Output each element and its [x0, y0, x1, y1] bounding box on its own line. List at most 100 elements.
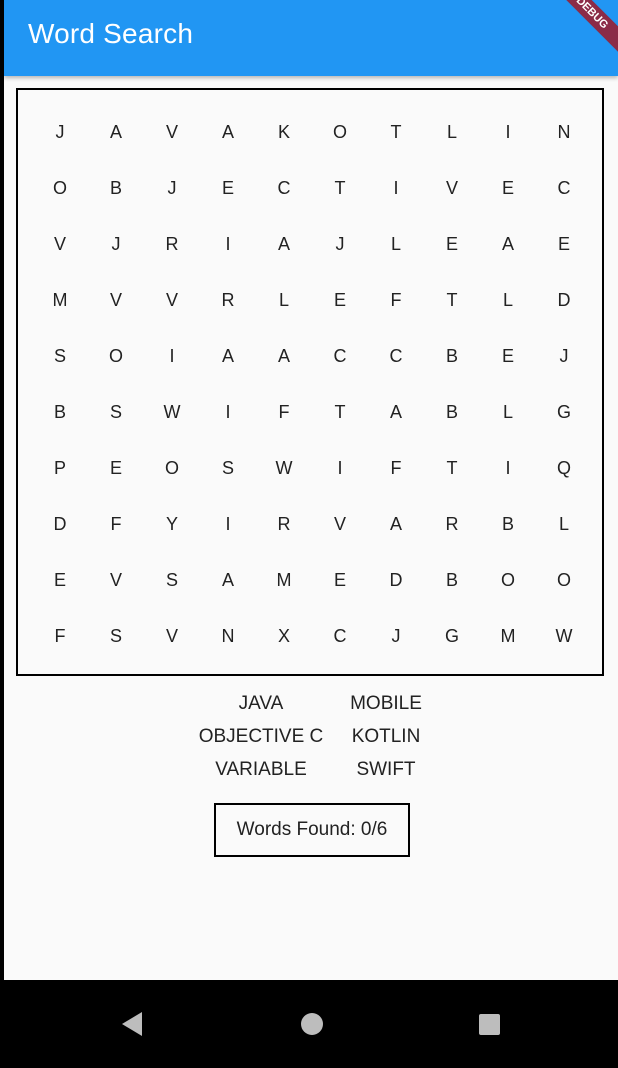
- grid-cell[interactable]: O: [480, 552, 536, 608]
- grid-cell[interactable]: V: [144, 608, 200, 664]
- grid-cell[interactable]: J: [536, 328, 592, 384]
- grid-cell[interactable]: C: [312, 608, 368, 664]
- grid-cell[interactable]: I: [200, 216, 256, 272]
- grid-cell[interactable]: O: [88, 328, 144, 384]
- grid-cell[interactable]: E: [536, 216, 592, 272]
- grid-cell[interactable]: V: [88, 552, 144, 608]
- grid-cell[interactable]: T: [312, 384, 368, 440]
- grid-cell[interactable]: A: [368, 384, 424, 440]
- grid-cell[interactable]: O: [536, 552, 592, 608]
- grid-cell[interactable]: E: [32, 552, 88, 608]
- grid-cell[interactable]: D: [32, 496, 88, 552]
- grid-cell[interactable]: V: [32, 216, 88, 272]
- grid-cell[interactable]: C: [312, 328, 368, 384]
- grid-cell[interactable]: I: [312, 440, 368, 496]
- grid-cell[interactable]: T: [312, 160, 368, 216]
- grid-cell[interactable]: N: [536, 104, 592, 160]
- grid-cell[interactable]: Q: [536, 440, 592, 496]
- grid-cell[interactable]: G: [536, 384, 592, 440]
- grid-cell[interactable]: F: [88, 496, 144, 552]
- grid-cell[interactable]: V: [312, 496, 368, 552]
- grid-cell[interactable]: V: [144, 272, 200, 328]
- grid-cell[interactable]: O: [32, 160, 88, 216]
- grid-cell[interactable]: J: [312, 216, 368, 272]
- grid-cell[interactable]: I: [200, 496, 256, 552]
- grid-cell[interactable]: A: [256, 328, 312, 384]
- nav-home-button[interactable]: [290, 1002, 334, 1046]
- grid-cell[interactable]: A: [200, 328, 256, 384]
- grid-cell[interactable]: J: [32, 104, 88, 160]
- grid-cell[interactable]: P: [32, 440, 88, 496]
- grid-cell[interactable]: A: [88, 104, 144, 160]
- grid-cell[interactable]: T: [424, 440, 480, 496]
- grid-cell[interactable]: F: [368, 440, 424, 496]
- grid-cell[interactable]: I: [480, 440, 536, 496]
- grid-cell[interactable]: E: [312, 272, 368, 328]
- grid-cell[interactable]: B: [424, 384, 480, 440]
- grid-cell[interactable]: I: [200, 384, 256, 440]
- grid-cell[interactable]: E: [480, 328, 536, 384]
- grid-cell[interactable]: S: [88, 384, 144, 440]
- grid-cell[interactable]: W: [536, 608, 592, 664]
- grid-cell[interactable]: A: [368, 496, 424, 552]
- grid-cell[interactable]: L: [480, 272, 536, 328]
- grid-cell[interactable]: I: [368, 160, 424, 216]
- grid-cell[interactable]: L: [256, 272, 312, 328]
- grid-cell[interactable]: L: [536, 496, 592, 552]
- grid-cell[interactable]: B: [32, 384, 88, 440]
- grid-cell[interactable]: A: [256, 216, 312, 272]
- grid-cell[interactable]: J: [88, 216, 144, 272]
- grid-cell[interactable]: R: [200, 272, 256, 328]
- grid-cell[interactable]: E: [424, 216, 480, 272]
- grid-cell[interactable]: F: [256, 384, 312, 440]
- nav-recents-button[interactable]: [467, 1002, 511, 1046]
- grid-cell[interactable]: I: [144, 328, 200, 384]
- grid-cell[interactable]: E: [88, 440, 144, 496]
- grid-cell[interactable]: M: [32, 272, 88, 328]
- grid-cell[interactable]: B: [424, 552, 480, 608]
- grid-cell[interactable]: S: [200, 440, 256, 496]
- nav-back-button[interactable]: [110, 1002, 154, 1046]
- grid-cell[interactable]: O: [144, 440, 200, 496]
- grid-cell[interactable]: A: [200, 104, 256, 160]
- grid-cell[interactable]: W: [256, 440, 312, 496]
- grid-cell[interactable]: O: [312, 104, 368, 160]
- grid-cell[interactable]: A: [200, 552, 256, 608]
- grid-cell[interactable]: D: [368, 552, 424, 608]
- grid-cell[interactable]: M: [256, 552, 312, 608]
- grid-cell[interactable]: M: [480, 608, 536, 664]
- grid-cell[interactable]: S: [88, 608, 144, 664]
- grid-cell[interactable]: B: [424, 328, 480, 384]
- grid-cell[interactable]: W: [144, 384, 200, 440]
- grid-cell[interactable]: K: [256, 104, 312, 160]
- grid-cell[interactable]: R: [144, 216, 200, 272]
- grid-cell[interactable]: E: [480, 160, 536, 216]
- grid-cell[interactable]: C: [256, 160, 312, 216]
- grid-cell[interactable]: L: [368, 216, 424, 272]
- grid-cell[interactable]: X: [256, 608, 312, 664]
- grid-cell[interactable]: S: [32, 328, 88, 384]
- grid-cell[interactable]: C: [368, 328, 424, 384]
- grid-cell[interactable]: V: [144, 104, 200, 160]
- grid-cell[interactable]: V: [424, 160, 480, 216]
- grid-cell[interactable]: B: [88, 160, 144, 216]
- grid-cell[interactable]: R: [424, 496, 480, 552]
- grid-cell[interactable]: E: [312, 552, 368, 608]
- grid-cell[interactable]: Y: [144, 496, 200, 552]
- grid-cell[interactable]: R: [256, 496, 312, 552]
- grid-cell[interactable]: I: [480, 104, 536, 160]
- grid-cell[interactable]: F: [32, 608, 88, 664]
- grid-cell[interactable]: L: [424, 104, 480, 160]
- grid-cell[interactable]: A: [480, 216, 536, 272]
- grid-cell[interactable]: N: [200, 608, 256, 664]
- grid-cell[interactable]: J: [368, 608, 424, 664]
- grid-cell[interactable]: E: [200, 160, 256, 216]
- grid-cell[interactable]: B: [480, 496, 536, 552]
- grid-cell[interactable]: S: [144, 552, 200, 608]
- grid-cell[interactable]: C: [536, 160, 592, 216]
- grid-cell[interactable]: J: [144, 160, 200, 216]
- grid-cell[interactable]: T: [368, 104, 424, 160]
- grid-cell[interactable]: T: [424, 272, 480, 328]
- grid-cell[interactable]: F: [368, 272, 424, 328]
- grid-cell[interactable]: D: [536, 272, 592, 328]
